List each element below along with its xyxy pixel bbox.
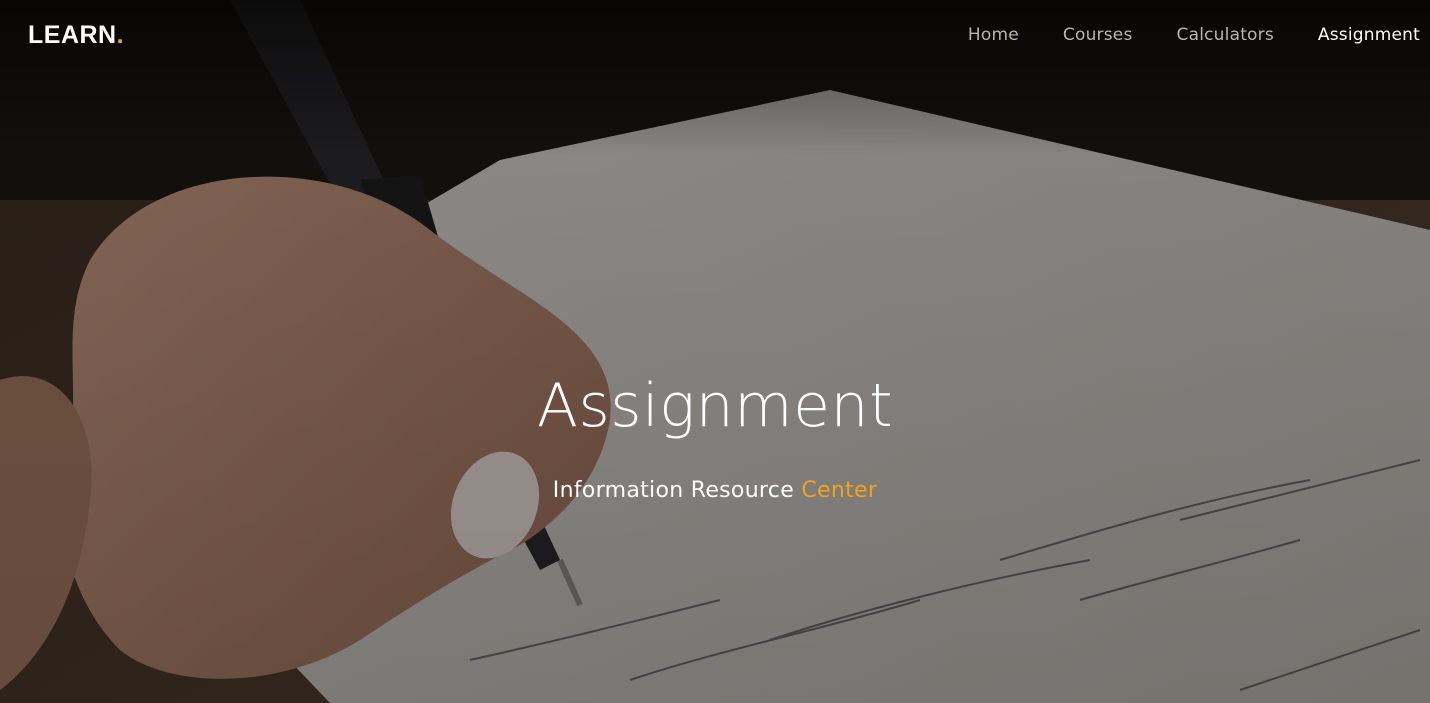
logo-text: LEARN bbox=[28, 20, 117, 49]
logo[interactable]: LEARN. bbox=[28, 21, 124, 50]
top-navbar: LEARN. Home Courses Calculators Assignme… bbox=[0, 0, 1430, 70]
hero-section bbox=[0, 0, 1430, 703]
nav-item-assignment[interactable]: Assignment bbox=[1318, 25, 1420, 45]
hero-subtitle-main: Information Resource bbox=[552, 478, 795, 503]
nav-item-calculators[interactable]: Calculators bbox=[1177, 25, 1274, 45]
main-nav: Home Courses Calculators Assignment bbox=[924, 25, 1420, 45]
hero-subtitle-accent: Center bbox=[801, 478, 878, 503]
nav-item-home[interactable]: Home bbox=[968, 25, 1019, 45]
hero-text-block: Assignment Information Resource Center bbox=[0, 366, 1430, 503]
logo-dot: . bbox=[116, 20, 125, 49]
nav-item-courses[interactable]: Courses bbox=[1063, 25, 1133, 45]
hero-subtitle: Information Resource Center bbox=[0, 478, 1430, 503]
page-title: Assignment bbox=[536, 371, 894, 441]
hero-overlay bbox=[0, 0, 1430, 703]
